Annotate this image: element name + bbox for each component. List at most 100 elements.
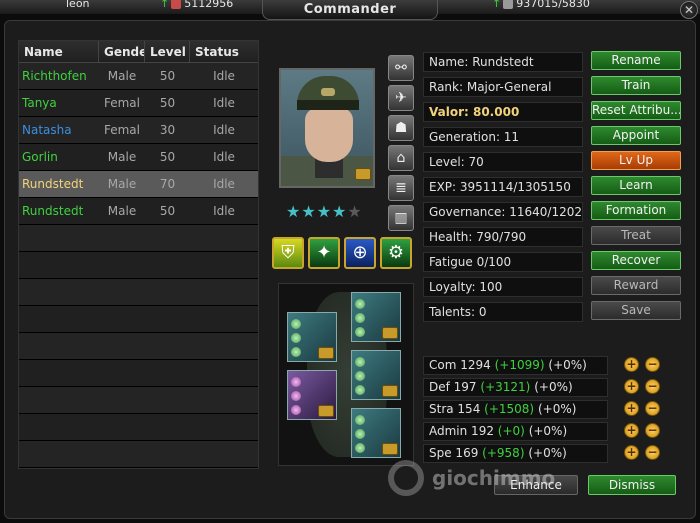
gem-icon xyxy=(355,415,365,425)
empty-row xyxy=(19,414,258,441)
plus-icon[interactable]: + xyxy=(624,357,639,372)
empty-row xyxy=(19,441,258,468)
minus-icon[interactable]: − xyxy=(645,445,660,460)
learn-button[interactable]: Learn xyxy=(591,176,681,195)
plus-icon[interactable]: + xyxy=(624,423,639,438)
target-skill-icon[interactable]: ⊕ xyxy=(344,237,376,269)
formation-button[interactable]: Formation xyxy=(591,201,681,220)
binoculars-icon[interactable]: ⚯ xyxy=(388,55,414,81)
equipment-panel xyxy=(278,283,414,466)
treat-button[interactable]: Treat xyxy=(591,226,681,245)
stat-label: Admin 192 xyxy=(429,424,494,438)
lock-icon xyxy=(382,385,398,397)
reward-button[interactable]: Reward xyxy=(591,276,681,295)
stat-bonus: (+3121) xyxy=(480,380,531,394)
empty-row xyxy=(19,333,258,360)
info-valor: Valor: 80.000 xyxy=(423,102,583,122)
empty-row xyxy=(19,360,258,387)
building-icon[interactable]: ⌂ xyxy=(388,145,414,171)
player-name: leon xyxy=(66,0,90,10)
table-row[interactable]: Gorlin Male 50 Idle xyxy=(19,144,258,171)
lock-icon xyxy=(318,405,334,417)
equipment-slot-medal[interactable] xyxy=(287,312,337,362)
save-button[interactable]: Save xyxy=(591,301,681,320)
appoint-button[interactable]: Appoint xyxy=(591,126,681,145)
commander-portrait[interactable] xyxy=(279,68,375,188)
equipment-slot-armor[interactable] xyxy=(351,408,401,458)
train-button[interactable]: Train xyxy=(591,76,681,95)
stat-bonus: (+1099) xyxy=(494,358,545,372)
close-button[interactable]: ✕ xyxy=(680,1,698,19)
row-name: Tanya xyxy=(22,96,57,110)
header-level[interactable]: Level xyxy=(145,41,190,62)
watermark-logo-icon xyxy=(388,460,424,496)
row-status: Idle xyxy=(213,123,235,137)
row-level: 50 xyxy=(159,96,176,110)
plane-icon[interactable]: ✈ xyxy=(388,85,414,111)
star-rating: ★★★★★ xyxy=(286,202,363,221)
recover-button[interactable]: Recover xyxy=(591,251,681,270)
helmet-icon[interactable]: ☗ xyxy=(388,115,414,141)
table-row[interactable]: Richthofen Male 50 Idle xyxy=(19,63,258,90)
arrow-up-icon: ↑ xyxy=(160,0,170,10)
dismiss-button[interactable]: Dismiss xyxy=(588,475,676,495)
stat-bonus: (+1508) xyxy=(484,402,535,416)
plus-icon[interactable]: + xyxy=(624,379,639,394)
stat-command: Com 1294 (+1099) (+0%) xyxy=(423,356,608,375)
gem-icon xyxy=(355,443,365,453)
close-icon: ✕ xyxy=(683,3,695,17)
stat-pct: (+0%) xyxy=(528,424,568,438)
table-row[interactable]: Rundstedt Male 50 Idle xyxy=(19,198,258,225)
stat-bonus: (+0) xyxy=(497,424,525,438)
empty-row xyxy=(19,306,258,333)
row-gender: Male xyxy=(107,177,137,191)
info-exp: EXP: 3951114/1305150 xyxy=(423,177,583,197)
soldier-skill-icon[interactable]: ✦ xyxy=(308,237,340,269)
minus-icon[interactable]: − xyxy=(645,401,660,416)
shield-skill-icon[interactable]: ⛨ xyxy=(272,237,304,269)
row-gender: Male xyxy=(107,204,137,218)
gem-icon xyxy=(291,391,301,401)
stat-special: Spe 169 (+958) (+0%) xyxy=(423,444,608,463)
lv-up-button[interactable]: Lv Up xyxy=(591,151,681,170)
empty-row xyxy=(19,225,258,252)
info-loyalty: Loyalty: 100 xyxy=(423,277,583,297)
header-name[interactable]: Name xyxy=(19,41,99,62)
header-gender[interactable]: Gende xyxy=(99,41,145,62)
stat-pct: (+0%) xyxy=(534,380,573,394)
minus-icon[interactable]: − xyxy=(645,357,660,372)
table-row[interactable]: Tanya Femal 50 Idle xyxy=(19,90,258,117)
stat-admin: Admin 192 (+0) (+0%) xyxy=(423,422,608,441)
rename-button[interactable]: Rename xyxy=(591,51,681,70)
reset-attributes-button[interactable]: Reset Attribu... xyxy=(591,101,681,120)
stat-defense: Def 197 (+3121) (+0%) xyxy=(423,378,608,397)
arrow-up-icon: ↑ xyxy=(492,0,502,10)
stat-label: Spe 169 xyxy=(429,446,479,460)
minus-icon[interactable]: − xyxy=(645,423,660,438)
chart-icon[interactable]: ▥ xyxy=(388,205,414,231)
minus-icon[interactable]: − xyxy=(645,379,660,394)
population-icon xyxy=(503,0,514,9)
equipment-slot-uniform[interactable] xyxy=(351,350,401,400)
plus-icon[interactable]: + xyxy=(624,401,639,416)
tank-skill-icon[interactable]: ⚙ xyxy=(380,237,412,269)
row-status: Idle xyxy=(213,204,235,218)
stat-label: Def 197 xyxy=(429,380,477,394)
info-generation: Generation: 11 xyxy=(423,127,583,147)
header-status[interactable]: Status xyxy=(190,41,258,62)
table-row-selected[interactable]: Rundstedt Male 70 Idle xyxy=(19,171,258,198)
star-icon: ★ xyxy=(301,202,317,221)
gem-icon xyxy=(291,405,301,415)
info-governance: Governance: 11640/12025 xyxy=(423,202,583,222)
stack-icon[interactable]: ≣ xyxy=(388,175,414,201)
supply-icon xyxy=(171,0,182,9)
equipment-slot-weapon[interactable] xyxy=(287,370,337,420)
stat-label: Com 1294 xyxy=(429,358,491,372)
info-rank: Rank: Major-General xyxy=(423,77,583,97)
row-name: Richthofen xyxy=(22,69,87,83)
plus-icon[interactable]: + xyxy=(624,445,639,460)
table-row[interactable]: Natasha Femal 30 Idle xyxy=(19,117,258,144)
stat-bonus: (+958) xyxy=(482,446,525,460)
row-gender: Femal xyxy=(103,96,140,110)
equipment-slot-vehicle[interactable] xyxy=(351,292,401,342)
